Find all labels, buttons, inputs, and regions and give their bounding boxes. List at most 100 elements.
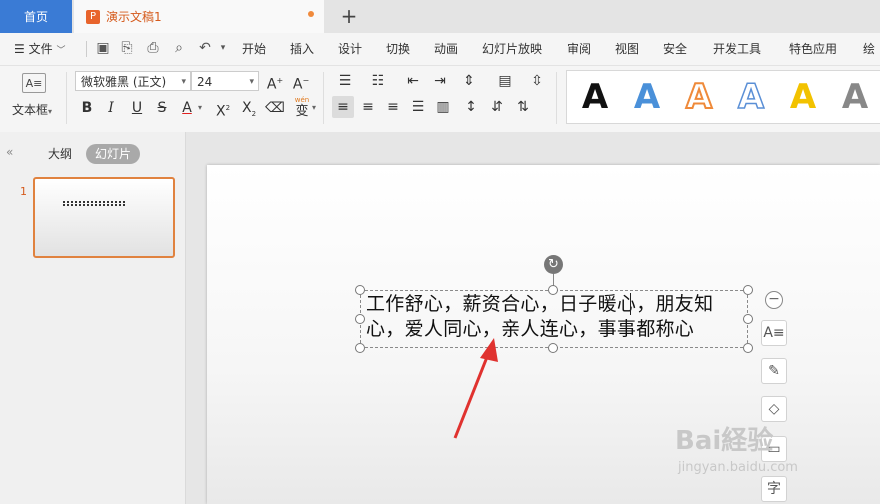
fill-icon[interactable]: ◇	[761, 396, 787, 422]
divider	[66, 72, 67, 124]
thumbnail-text-preview	[63, 201, 125, 206]
new-tab-button[interactable]: +	[338, 4, 360, 28]
slide-thumbnail[interactable]	[33, 177, 175, 258]
slide-number: 1	[20, 185, 27, 198]
font-size-select[interactable]: 24 ▾	[191, 71, 259, 91]
collapse-tools-icon[interactable]: −	[765, 291, 783, 309]
bullet-list-icon[interactable]: ☰	[334, 70, 356, 92]
chevron-down-icon: ▾	[181, 77, 186, 87]
menu-transition[interactable]: 切换	[386, 33, 410, 65]
file-menu-label: 文件	[28, 42, 53, 56]
text-style-gallery: A A A A A A	[566, 70, 880, 124]
spacing-menu-icon[interactable]: ⇅	[512, 96, 534, 118]
align-vertical-icon[interactable]: ⇳	[526, 70, 548, 92]
numbered-list-icon[interactable]: ☷	[367, 70, 389, 92]
text-style-blue-outline[interactable]: A	[731, 76, 771, 118]
preview-icon[interactable]: ⌕	[170, 39, 188, 57]
save-icon[interactable]: ▣	[94, 39, 112, 57]
distribute-icon[interactable]: ▥	[432, 96, 454, 118]
paragraph-spacing-icon[interactable]: ⇵	[486, 96, 508, 118]
align-right-icon[interactable]: ≡	[382, 96, 404, 118]
italic-icon[interactable]: I	[100, 97, 122, 119]
chevron-down-icon: ▾	[249, 77, 254, 87]
text-caret	[630, 293, 631, 315]
watermark-logo: Bai経验	[675, 426, 774, 456]
decrease-indent-icon[interactable]: ⇤	[402, 70, 424, 92]
tab-document[interactable]: P 演示文稿1	[74, 0, 324, 33]
output-icon[interactable]: ⎘	[118, 39, 136, 57]
menu-design[interactable]: 设计	[338, 33, 362, 65]
increase-indent-icon[interactable]: ⇥	[429, 70, 451, 92]
divider	[556, 72, 557, 124]
menu-start[interactable]: 开始	[242, 33, 266, 65]
bold-icon[interactable]: B	[76, 97, 98, 119]
line-spacing-icon[interactable]: ↕	[460, 96, 482, 118]
phonetic-guide-icon[interactable]: wén 变	[291, 96, 313, 119]
menu-animation[interactable]: 动画	[434, 33, 458, 65]
phonetic-text: wén	[294, 96, 310, 104]
menu-insert[interactable]: 插入	[290, 33, 314, 65]
text-effects-button[interactable]: 字	[761, 476, 787, 502]
divider	[323, 72, 324, 124]
tab-slides[interactable]: 幻灯片	[86, 144, 141, 164]
menu-special[interactable]: 特色应用	[789, 33, 837, 65]
chevron-down-icon[interactable]: ▾	[312, 103, 316, 112]
resize-handle[interactable]	[355, 285, 365, 295]
decrease-font-icon[interactable]: A−	[290, 70, 312, 93]
text-tool-icon[interactable]: A≡	[761, 320, 787, 346]
print-icon[interactable]: ⎙	[144, 39, 162, 57]
text-style-blue[interactable]: A	[627, 77, 667, 117]
resize-handle[interactable]	[548, 285, 558, 295]
text-style-gold[interactable]: A	[783, 77, 823, 117]
menu-developer[interactable]: 开发工具	[713, 33, 761, 65]
resize-handle[interactable]	[743, 285, 753, 295]
menu-security[interactable]: 安全	[663, 33, 687, 65]
textbox-label: 文本框	[12, 103, 49, 117]
tab-outline[interactable]: 大纲	[48, 145, 72, 162]
align-center-icon[interactable]: ≡	[357, 96, 379, 118]
resize-handle[interactable]	[355, 343, 365, 353]
menu-review[interactable]: 审阅	[567, 33, 591, 65]
resize-handle[interactable]	[743, 343, 753, 353]
rotate-handle-icon[interactable]: ↻	[544, 255, 563, 274]
textbox-icon[interactable]: A≡	[22, 73, 46, 93]
text-style-black[interactable]: A	[575, 77, 615, 117]
collapse-panel-icon[interactable]: «	[6, 145, 13, 159]
font-name-select[interactable]: 微软雅黑 (正文) ▾	[75, 71, 191, 91]
textbox-button[interactable]: 文本框▾	[12, 101, 52, 118]
align-left-icon[interactable]: ≡	[332, 96, 354, 118]
pen-icon[interactable]: ✎	[761, 358, 787, 384]
chevron-down-icon: ﹀	[56, 46, 66, 56]
subscript-icon[interactable]: X2	[238, 97, 260, 119]
divider	[86, 41, 87, 57]
presentation-icon: P	[86, 9, 100, 24]
menu-view[interactable]: 视图	[615, 33, 639, 65]
resize-handle[interactable]	[355, 314, 365, 324]
menu-draw[interactable]: 绘图	[863, 33, 880, 88]
text-style-orange-outline[interactable]: A	[679, 76, 719, 118]
strikethrough-icon[interactable]: S	[151, 97, 173, 119]
justify-icon[interactable]: ☰	[407, 96, 429, 118]
unsaved-dot-icon	[308, 11, 314, 17]
resize-handle[interactable]	[743, 314, 753, 324]
tab-home[interactable]: 首页	[0, 0, 72, 33]
superscript-icon[interactable]: X2	[212, 97, 234, 120]
eraser-icon[interactable]: ⌫	[264, 97, 286, 119]
text-direction-icon[interactable]: ⇕	[458, 70, 480, 92]
text-box-content[interactable]: 工作舒心，薪资合心，日子暖心，朋友知心，爱人同心，亲人连心，事事都称心	[366, 292, 748, 342]
undo-icon[interactable]: ↶	[196, 39, 214, 57]
phonetic-char: 变	[295, 104, 309, 119]
underline-icon[interactable]: U	[126, 97, 148, 119]
menu-slideshow[interactable]: 幻灯片放映	[482, 33, 542, 65]
font-color-icon[interactable]: A	[176, 97, 198, 119]
chevron-down-icon[interactable]: ▾	[198, 103, 202, 112]
chevron-down-icon: ▾	[48, 107, 53, 116]
undo-dropdown-icon[interactable]: ▾	[214, 39, 232, 57]
hamburger-icon: ☰	[14, 42, 25, 56]
annotation-arrow-icon	[453, 338, 498, 439]
file-menu[interactable]: ☰ 文件 ﹀	[14, 33, 65, 65]
text-style-gray[interactable]: A	[835, 77, 875, 117]
columns-icon[interactable]: ▤	[494, 70, 516, 92]
increase-font-icon[interactable]: A+	[264, 70, 286, 93]
resize-handle[interactable]	[548, 343, 558, 353]
